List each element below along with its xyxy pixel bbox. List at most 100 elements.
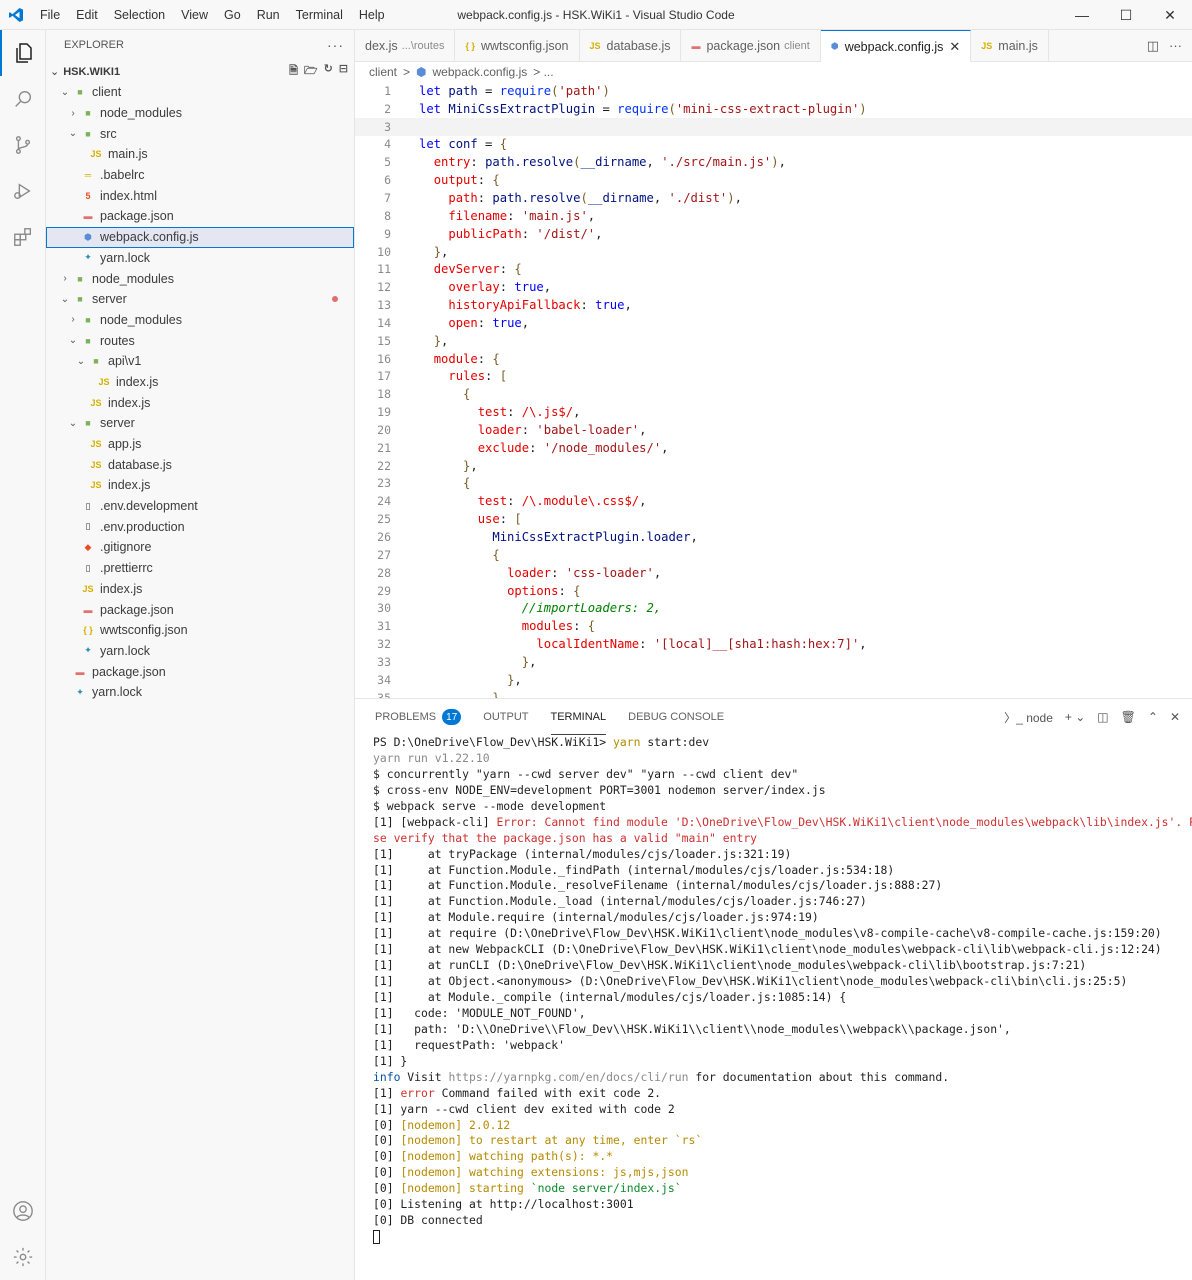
menu-file[interactable]: File xyxy=(32,0,68,30)
code-line[interactable]: 5 entry: path.resolve(__dirname, './src/… xyxy=(355,153,1192,171)
chevron-right-icon[interactable]: › xyxy=(66,108,80,119)
tree-item[interactable]: › ■ node_modules xyxy=(46,310,354,331)
code-editor[interactable]: 1 let path = require('path') 2 let MiniCssE… xyxy=(355,82,1192,698)
close-tab-icon[interactable]: ✕ xyxy=(949,39,960,55)
code-line[interactable]: 3 xyxy=(355,117,1192,136)
editor-more-icon[interactable]: ··· xyxy=(1169,38,1182,53)
tree-item[interactable]: JS database.js xyxy=(46,454,354,475)
refresh-icon[interactable]: ↻ xyxy=(324,62,333,81)
explorer-icon[interactable] xyxy=(0,30,46,76)
code-line[interactable]: 17 rules: [ xyxy=(355,368,1192,386)
editor-tab[interactable]: { } wwtsconfig.json xyxy=(455,30,580,62)
more-actions-icon[interactable]: ··· xyxy=(327,37,344,53)
editor-tab[interactable]: JS database.js xyxy=(580,30,682,62)
menu-selection[interactable]: Selection xyxy=(106,0,173,30)
tree-item[interactable]: ✦ yarn.lock xyxy=(46,682,354,703)
breadcrumb-more[interactable]: > ... xyxy=(533,65,553,79)
code-line[interactable]: 9 publicPath: '/dist/', xyxy=(355,225,1192,243)
code-line[interactable]: 34 }, xyxy=(355,671,1192,689)
new-terminal-icon[interactable]: + ⌄ xyxy=(1065,710,1085,724)
run-debug-icon[interactable] xyxy=(0,168,46,214)
terminal-output[interactable]: PS D:\OneDrive\Flow_Dev\HSK.WiKi1> yarn … xyxy=(355,735,1192,1245)
tree-item[interactable]: ⌄ ■ api\v1 xyxy=(46,351,354,372)
code-line[interactable]: 23 { xyxy=(355,475,1192,493)
source-control-icon[interactable] xyxy=(0,122,46,168)
code-line[interactable]: 24 test: /\.module\.css$/, xyxy=(355,492,1192,510)
tree-item[interactable]: ⌄ ■ client xyxy=(46,82,354,103)
tab-terminal[interactable]: TERMINAL xyxy=(550,699,607,735)
code-line[interactable]: 18 { xyxy=(355,385,1192,403)
tab-problems[interactable]: PROBLEMS 17 xyxy=(375,699,462,735)
collapse-all-icon[interactable]: ⊟ xyxy=(339,62,348,81)
menu-edit[interactable]: Edit xyxy=(68,0,106,30)
account-icon[interactable] xyxy=(0,1188,46,1234)
menu-help[interactable]: Help xyxy=(351,0,393,30)
tree-item[interactable]: JS index.js xyxy=(46,372,354,393)
chevron-down-icon[interactable]: ⌄ xyxy=(58,294,72,305)
tree-item[interactable]: ◆ .gitignore xyxy=(46,537,354,558)
extensions-icon[interactable] xyxy=(0,214,46,260)
split-terminal-icon[interactable]: ◫ xyxy=(1097,710,1108,724)
tree-item[interactable]: JS index.js xyxy=(46,392,354,413)
trash-icon[interactable]: 🗑 xyxy=(1121,710,1136,724)
split-editor-icon[interactable]: ◫ xyxy=(1147,38,1159,54)
chevron-right-icon[interactable]: › xyxy=(66,314,80,325)
tab-output[interactable]: OUTPUT xyxy=(483,699,528,735)
editor-tab[interactable]: JS main.js xyxy=(971,30,1049,62)
code-line[interactable]: 14 open: true, xyxy=(355,314,1192,332)
breadcrumb-file[interactable]: webpack.config.js xyxy=(433,65,528,79)
workspace-root[interactable]: ⌄ HSK.WIKI1 🗎 🗁 ↻ ⊟ xyxy=(46,60,354,82)
code-line[interactable]: 35 } xyxy=(355,689,1192,698)
maximize-icon[interactable]: ☐ xyxy=(1104,0,1148,30)
tree-item[interactable]: ⌄ ■ server xyxy=(46,289,354,310)
tree-item[interactable]: JS index.js xyxy=(46,579,354,600)
chevron-down-icon[interactable]: ⌄ xyxy=(74,356,88,367)
tree-item[interactable]: ⌄ ■ routes xyxy=(46,330,354,351)
terminal-prompt[interactable] xyxy=(373,1229,1192,1245)
code-line[interactable]: 6 output: { xyxy=(355,171,1192,189)
code-line[interactable]: 15 }, xyxy=(355,332,1192,350)
new-folder-icon[interactable]: 🗁 xyxy=(304,62,318,81)
tree-item[interactable]: 5 index.html xyxy=(46,185,354,206)
close-window-icon[interactable]: ✕ xyxy=(1148,0,1192,30)
new-file-icon[interactable]: 🗎 xyxy=(289,62,298,81)
maximize-panel-icon[interactable]: ⌃ xyxy=(1148,710,1158,724)
minimize-icon[interactable]: — xyxy=(1060,0,1104,30)
code-line[interactable]: 4 let conf = { xyxy=(355,136,1192,154)
code-line[interactable]: 20 loader: 'babel-loader', xyxy=(355,421,1192,439)
code-line[interactable]: 33 }, xyxy=(355,653,1192,671)
menu-terminal[interactable]: Terminal xyxy=(288,0,351,30)
code-line[interactable]: 28 loader: 'css-loader', xyxy=(355,564,1192,582)
breadcrumb-folder[interactable]: client xyxy=(369,65,397,79)
code-line[interactable]: 8 filename: 'main.js', xyxy=(355,207,1192,225)
tree-item[interactable]: { } wwtsconfig.json xyxy=(46,620,354,641)
code-line[interactable]: 31 modules: { xyxy=(355,617,1192,635)
tab-debug-console[interactable]: DEBUG CONSOLE xyxy=(628,699,724,735)
tree-item[interactable]: ⌄ ■ src xyxy=(46,123,354,144)
tree-item[interactable]: JS app.js xyxy=(46,434,354,455)
close-panel-icon[interactable]: ✕ xyxy=(1170,710,1180,724)
code-line[interactable]: 11 devServer: { xyxy=(355,260,1192,278)
code-line[interactable]: 25 use: [ xyxy=(355,510,1192,528)
tree-item[interactable]: ✦ yarn.lock xyxy=(46,248,354,269)
code-line[interactable]: 29 options: { xyxy=(355,582,1192,600)
editor-tab[interactable]: ⬢ webpack.config.js ✕ xyxy=(820,30,972,62)
code-line[interactable]: 7 path: path.resolve(__dirname, './dist'… xyxy=(355,189,1192,207)
chevron-down-icon[interactable]: ⌄ xyxy=(66,418,80,429)
tree-item[interactable]: JS index.js xyxy=(46,475,354,496)
terminal-selector[interactable]: 〉_ node xyxy=(1004,709,1053,726)
tree-item[interactable]: ▯ .prettierrc xyxy=(46,558,354,579)
code-line[interactable]: 27 { xyxy=(355,546,1192,564)
code-line[interactable]: 13 historyApiFallback: true, xyxy=(355,296,1192,314)
tree-item[interactable]: ▬ package.json xyxy=(46,599,354,620)
tree-item[interactable]: ✦ yarn.lock xyxy=(46,641,354,662)
tree-item[interactable]: ⌄ ■ server xyxy=(46,413,354,434)
menu-view[interactable]: View xyxy=(173,0,216,30)
tree-item[interactable]: ▯ .env.development xyxy=(46,496,354,517)
code-line[interactable]: 30 //importLoaders: 2, xyxy=(355,599,1192,617)
code-line[interactable]: 22 }, xyxy=(355,457,1192,475)
code-line[interactable]: 32 localIdentName: '[local]__[sha1:hash:… xyxy=(355,635,1192,653)
chevron-down-icon[interactable]: ⌄ xyxy=(66,128,80,139)
tree-item[interactable]: ▯ .env.production xyxy=(46,516,354,537)
code-line[interactable]: 19 test: /\.js$/, xyxy=(355,403,1192,421)
